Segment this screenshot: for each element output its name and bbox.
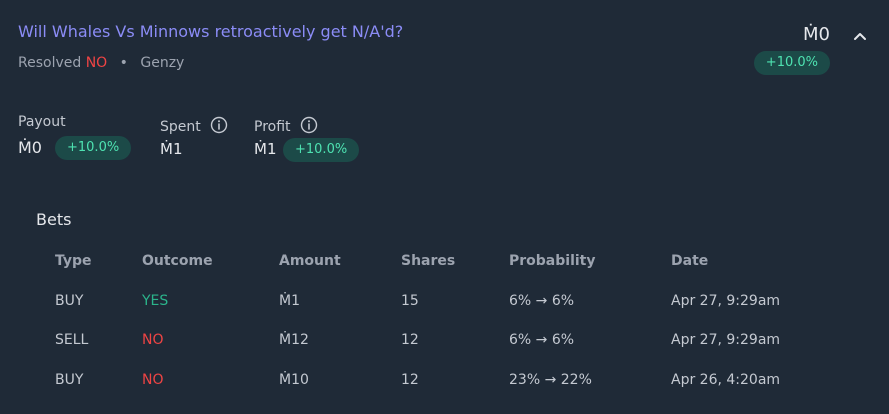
bet-shares: 12	[401, 332, 419, 348]
profit-change-badge: +10.0%	[283, 138, 360, 162]
bet-date: Apr 27, 9:29am	[671, 293, 781, 309]
spent-label: Spent	[160, 119, 201, 135]
bet-probability: 6% → 6%	[509, 293, 575, 309]
bet-probability: 23% → 22%	[509, 372, 592, 388]
bet-type: BUY	[55, 372, 84, 388]
bets-section-title: Bets	[36, 210, 72, 229]
market-title-link[interactable]: Will Whales Vs Minnows retroactively get…	[18, 22, 403, 41]
bet-outcome: YES	[142, 293, 169, 309]
creator-name[interactable]: Genzy	[140, 55, 184, 71]
profit-label: Profit	[254, 119, 291, 135]
market-change-badge: +10.0%	[753, 51, 830, 75]
spent-label-group: Spent	[160, 116, 228, 135]
bet-probability: 6% → 6%	[509, 332, 575, 348]
column-header-amount: Amount	[279, 253, 341, 269]
info-circle-icon[interactable]	[300, 116, 318, 134]
bet-outcome: NO	[142, 332, 164, 348]
column-header-type: Type	[55, 253, 92, 269]
profit-label-group: Profit	[254, 116, 318, 135]
payout-value: Ṁ0	[18, 138, 42, 157]
spent-value: Ṁ1	[160, 140, 183, 158]
info-circle-icon[interactable]	[210, 116, 228, 134]
bet-date: Apr 26, 4:20am	[671, 372, 781, 388]
column-header-shares: Shares	[401, 253, 456, 269]
bet-type: SELL	[55, 332, 89, 348]
column-header-probability: Probability	[509, 253, 596, 269]
column-header-date: Date	[671, 253, 709, 269]
bet-outcome: NO	[142, 372, 164, 388]
bet-card: Will Whales Vs Minnows retroactively get…	[0, 0, 889, 414]
bet-amount: Ṁ10	[279, 372, 309, 388]
payout-label: Payout	[18, 114, 66, 130]
meta-separator: •	[119, 55, 128, 71]
column-header-outcome: Outcome	[142, 253, 213, 269]
payout-change-badge: +10.0%	[55, 136, 132, 160]
chevron-up-icon[interactable]	[849, 25, 871, 47]
bet-shares: 12	[401, 372, 419, 388]
resolved-label: Resolved	[18, 55, 82, 71]
bet-type: BUY	[55, 293, 84, 309]
bet-shares: 15	[401, 293, 419, 309]
resolution-badge: NO	[85, 55, 108, 71]
market-amount: Ṁ0	[803, 24, 830, 45]
bet-amount: Ṁ1	[279, 293, 300, 309]
profit-value: Ṁ1	[254, 140, 277, 158]
bet-amount: Ṁ12	[279, 332, 309, 348]
market-meta: Resolved NO • Genzy	[18, 55, 184, 71]
bet-date: Apr 27, 9:29am	[671, 332, 781, 348]
